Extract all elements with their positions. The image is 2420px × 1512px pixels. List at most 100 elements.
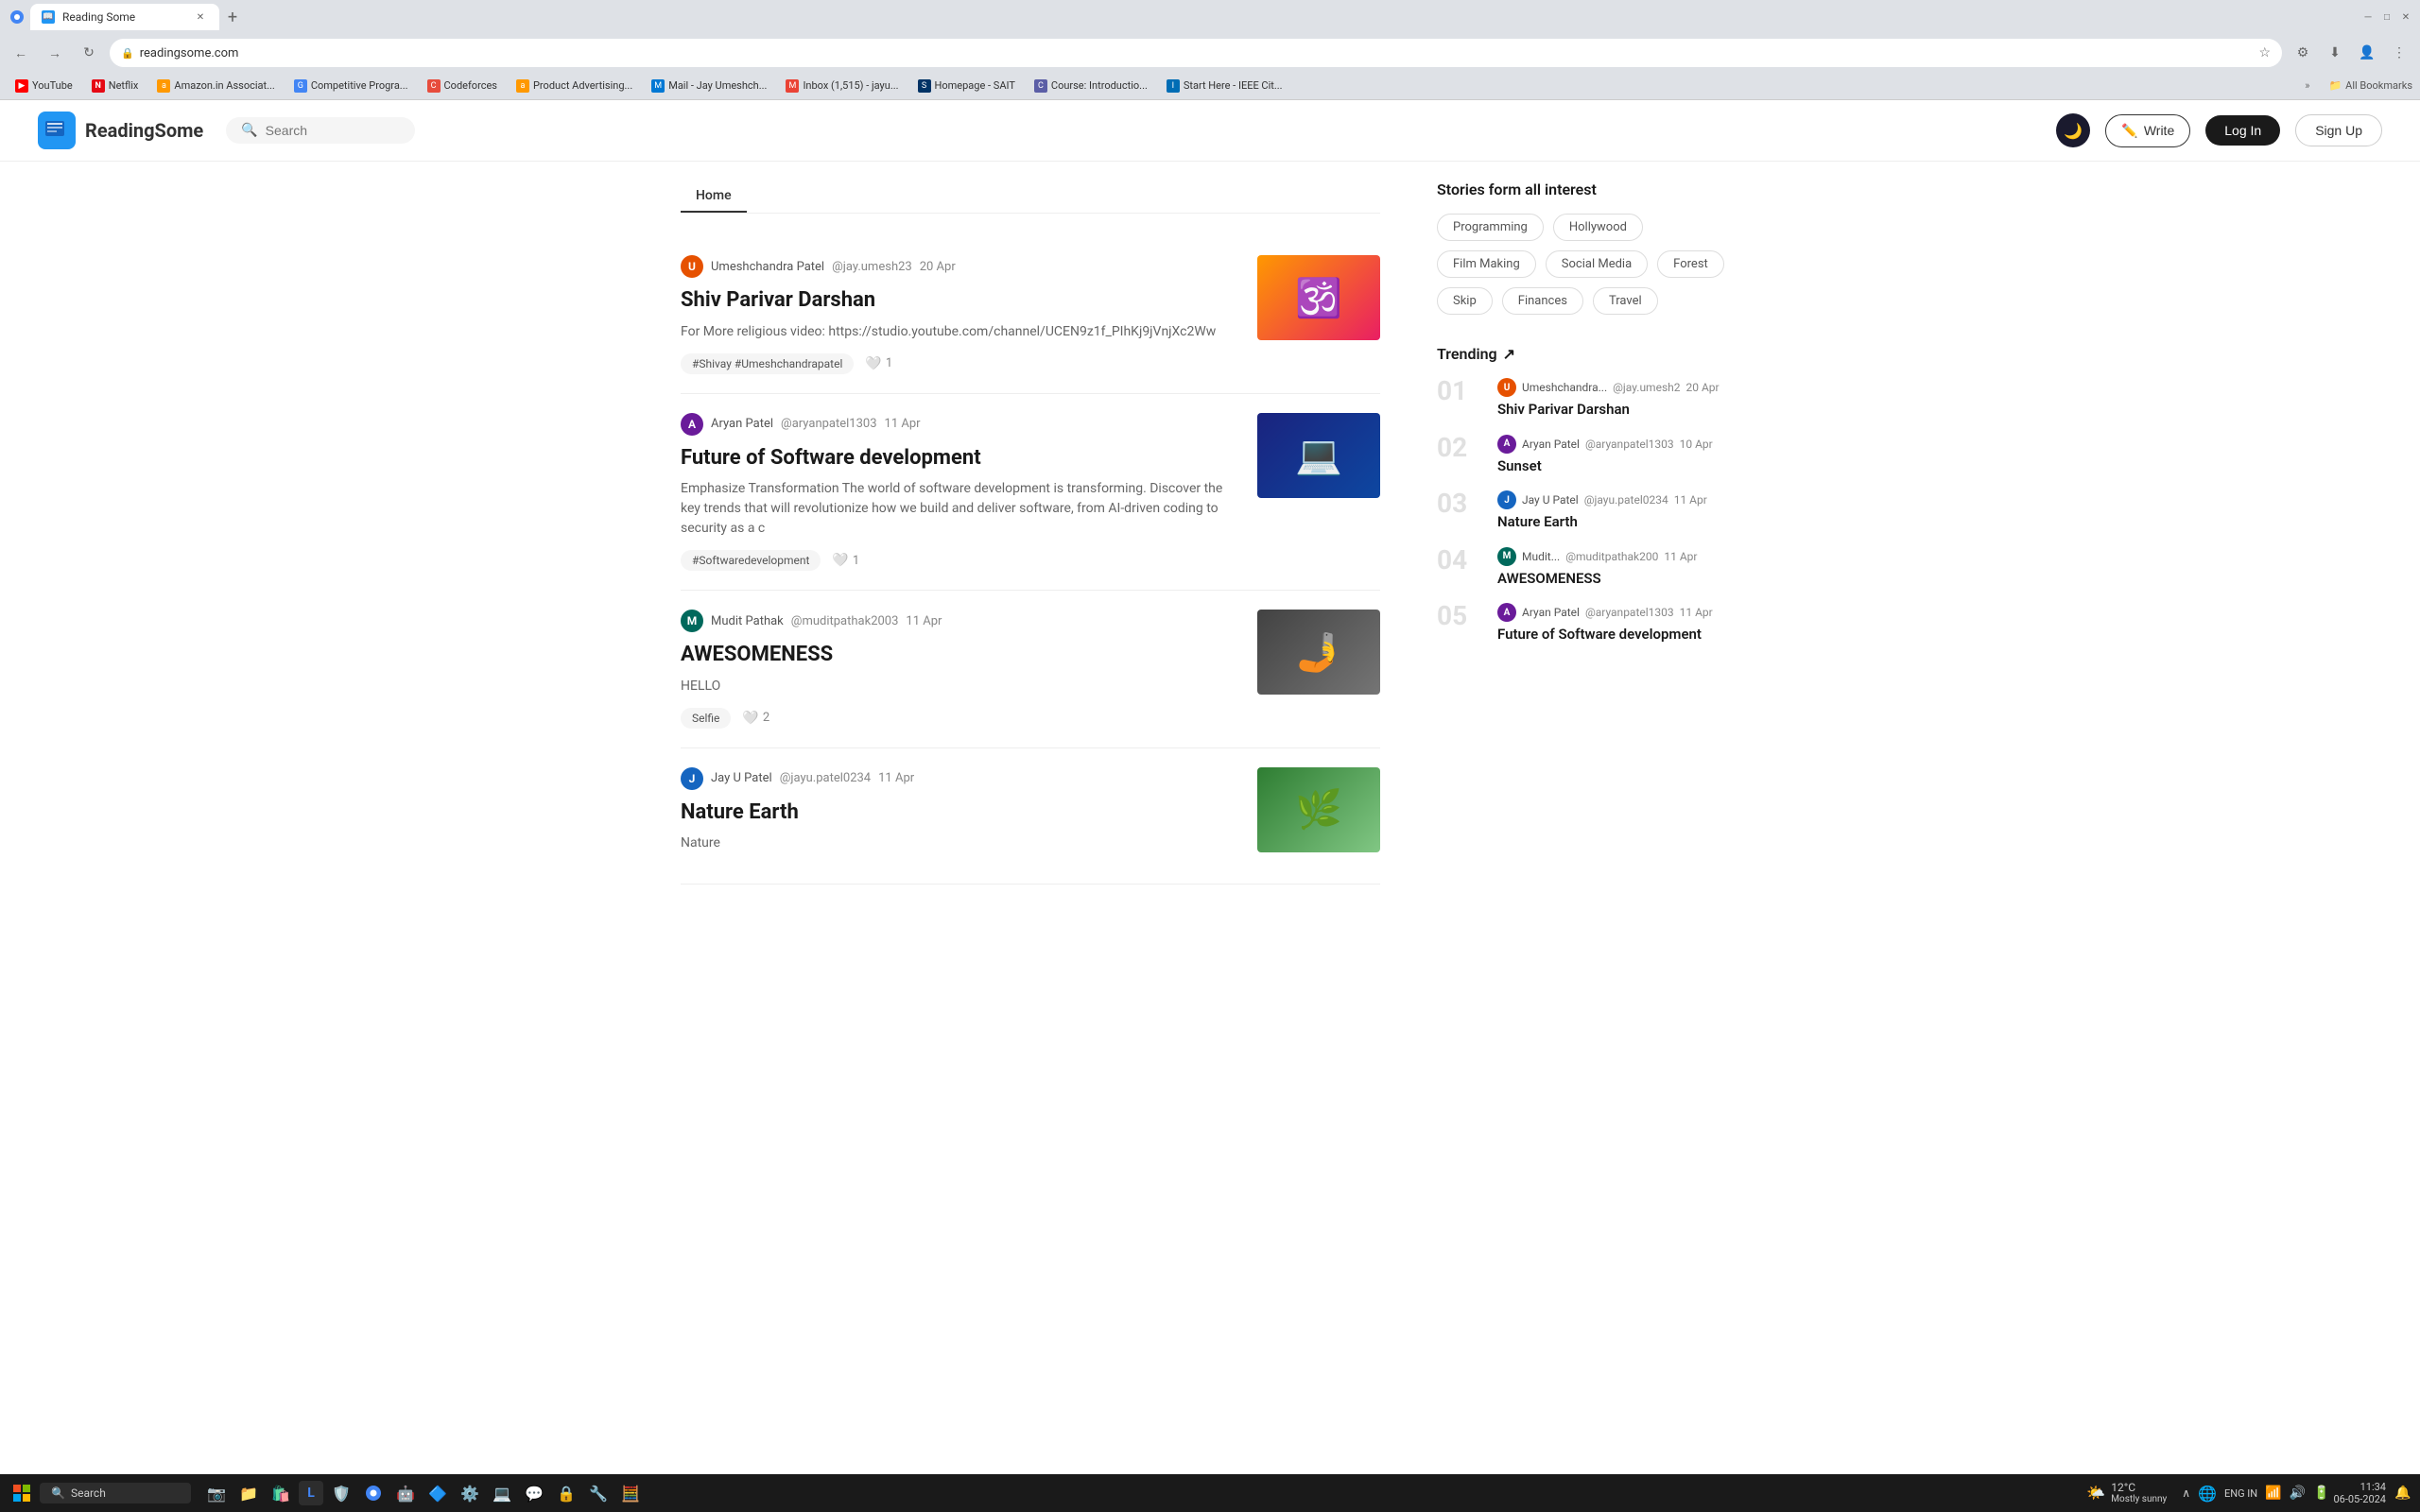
login-button[interactable]: Log In bbox=[2205, 115, 2280, 146]
trending-number: 05 bbox=[1437, 603, 1482, 629]
language-icon[interactable]: 🌐 bbox=[2198, 1485, 2217, 1503]
bookmark-label: Amazon.in Associat... bbox=[174, 79, 274, 92]
taskbar-app-robot[interactable]: 🤖 bbox=[391, 1479, 420, 1507]
taskbar-app-shield[interactable]: 🛡️ bbox=[327, 1479, 355, 1507]
signup-button[interactable]: Sign Up bbox=[2295, 114, 2382, 146]
interest-tag-filmmaking[interactable]: Film Making bbox=[1437, 250, 1536, 278]
write-button[interactable]: ✏️ Write bbox=[2105, 114, 2190, 147]
dark-mode-button[interactable]: 🌙 bbox=[2056, 113, 2090, 147]
bookmark-star-icon[interactable]: ☆ bbox=[2258, 45, 2271, 60]
trending-author-handle: @aryanpatel1303 bbox=[1585, 606, 1674, 619]
minimize-button[interactable]: ─ bbox=[2361, 10, 2375, 24]
bookmark-favicon: I bbox=[1167, 79, 1180, 93]
bookmark-amazon[interactable]: a Amazon.in Associat... bbox=[149, 77, 282, 94]
article-tag[interactable]: Selfie bbox=[681, 708, 731, 729]
trending-article-title[interactable]: Sunset bbox=[1497, 457, 1739, 476]
all-bookmarks-button[interactable]: 📁 All Bookmarks bbox=[2328, 79, 2412, 92]
bookmark-ieee[interactable]: I Start Here - IEEE Cit... bbox=[1159, 77, 1290, 94]
article-title[interactable]: Nature Earth bbox=[681, 799, 1238, 827]
bookmark-label: Mail - Jay Umeshch... bbox=[668, 79, 767, 92]
author-avatar: A bbox=[681, 413, 703, 436]
bookmark-youtube[interactable]: ▶ YouTube bbox=[8, 77, 80, 94]
write-icon: ✏️ bbox=[2121, 123, 2137, 139]
interest-tag-programming[interactable]: Programming bbox=[1437, 214, 1544, 241]
bookmarks-more-button[interactable]: » bbox=[2297, 77, 2317, 94]
article-content: J Jay U Patel @jayu.patel0234 11 Apr Nat… bbox=[681, 767, 1238, 866]
tab-close-button[interactable]: ✕ bbox=[193, 9, 208, 25]
menu-button[interactable]: ⋮ bbox=[2386, 40, 2412, 66]
interest-tag-socialmedia[interactable]: Social Media bbox=[1546, 250, 1648, 278]
taskbar-app-whatsapp[interactable]: 💬 bbox=[520, 1479, 548, 1507]
extensions-button[interactable]: ⚙ bbox=[2290, 40, 2316, 66]
back-button[interactable]: ← bbox=[8, 40, 34, 66]
notification-button[interactable]: 🔔 bbox=[2394, 1484, 2412, 1503]
start-button[interactable] bbox=[8, 1479, 36, 1507]
article-title[interactable]: Shiv Parivar Darshan bbox=[681, 287, 1238, 315]
new-tab-button[interactable]: + bbox=[219, 4, 246, 30]
taskbar-apps: 📷 📁 🛍️ L 🛡️ 🤖 🔷 ⚙️ 💻 💬 🔒 🔧 🧮 bbox=[202, 1479, 645, 1507]
address-bar[interactable]: 🔒 readingsome.com ☆ bbox=[110, 39, 2282, 67]
bookmark-netflix[interactable]: N Netflix bbox=[84, 77, 147, 94]
bookmark-competitive[interactable]: G Competitive Progra... bbox=[286, 77, 416, 94]
article-excerpt: HELLO bbox=[681, 677, 1238, 696]
site-logo[interactable]: ReadingSome bbox=[38, 112, 203, 149]
author-name: Mudit Pathak bbox=[711, 614, 784, 628]
wifi-icon[interactable]: 📶 bbox=[2265, 1486, 2281, 1501]
bookmark-sait[interactable]: S Homepage - SAIT bbox=[910, 77, 1023, 94]
interest-tag-travel[interactable]: Travel bbox=[1593, 287, 1658, 315]
taskbar-app-files[interactable]: 📁 bbox=[234, 1479, 263, 1507]
address-url: readingsome.com bbox=[140, 46, 2254, 60]
search-input[interactable] bbox=[266, 123, 401, 138]
article-tag[interactable]: #Shivay #Umeshchandrapatel bbox=[681, 353, 854, 374]
profile-button[interactable]: 👤 bbox=[2354, 40, 2380, 66]
interest-tags: Programming Hollywood Film Making Social… bbox=[1437, 214, 1739, 315]
article-tag[interactable]: #Softwaredevelopment bbox=[681, 550, 821, 571]
bookmark-gmail[interactable]: M Inbox (1,515) - jayu... bbox=[778, 77, 906, 94]
header-search[interactable]: 🔍 bbox=[226, 117, 415, 144]
heart-icon: 🤍 bbox=[865, 356, 881, 371]
tab-home[interactable]: Home bbox=[681, 180, 747, 213]
trending-article-title[interactable]: Nature Earth bbox=[1497, 513, 1739, 532]
taskbar-search[interactable]: 🔍 Search bbox=[40, 1483, 191, 1503]
interest-tag-finances[interactable]: Finances bbox=[1502, 287, 1583, 315]
battery-icon[interactable]: 🔋 bbox=[2313, 1486, 2329, 1501]
bookmark-course[interactable]: C Course: Introductio... bbox=[1027, 77, 1155, 94]
downloads-button[interactable]: ⬇ bbox=[2322, 40, 2348, 66]
taskbar-app-vpn[interactable]: 🔒 bbox=[552, 1479, 580, 1507]
bookmark-product-advertising[interactable]: a Product Advertising... bbox=[509, 77, 640, 94]
taskbar-app-store[interactable]: 🛍️ bbox=[267, 1479, 295, 1507]
forward-button[interactable]: → bbox=[42, 40, 68, 66]
trending-article-title[interactable]: AWESOMENESS bbox=[1497, 570, 1739, 589]
maximize-button[interactable]: □ bbox=[2380, 10, 2394, 24]
system-tray-up-arrow[interactable]: ∧ bbox=[2182, 1486, 2190, 1500]
article-title[interactable]: AWESOMENESS bbox=[681, 642, 1238, 669]
browser-tab-active[interactable]: 📖 Reading Some ✕ bbox=[30, 4, 219, 30]
trending-author-name: Aryan Patel bbox=[1522, 438, 1580, 451]
weather-info: 12°C Mostly sunny bbox=[2111, 1481, 2167, 1505]
bookmark-mail-jay[interactable]: M Mail - Jay Umeshch... bbox=[644, 77, 774, 94]
sound-icon[interactable]: 🔊 bbox=[2290, 1486, 2306, 1501]
stories-title: Stories form all interest bbox=[1437, 180, 1739, 198]
close-window-button[interactable]: ✕ bbox=[2399, 10, 2412, 24]
interest-tag-skip[interactable]: Skip bbox=[1437, 287, 1493, 315]
bookmark-favicon: S bbox=[918, 79, 931, 93]
taskbar-app-gear[interactable]: 🔧 bbox=[584, 1479, 613, 1507]
system-clock[interactable]: 11:34 06-05-2024 bbox=[2333, 1481, 2386, 1505]
article-title[interactable]: Future of Software development bbox=[681, 445, 1238, 472]
taskbar-app-calc[interactable]: 🧮 bbox=[616, 1479, 645, 1507]
taskbar-app-chrome[interactable] bbox=[359, 1479, 388, 1507]
interest-tag-hollywood[interactable]: Hollywood bbox=[1553, 214, 1643, 241]
article-meta: A Aryan Patel @aryanpatel1303 11 Apr bbox=[681, 413, 1238, 436]
trending-article-title[interactable]: Shiv Parivar Darshan bbox=[1497, 401, 1739, 420]
bookmark-codeforces[interactable]: C Codeforces bbox=[420, 77, 505, 94]
trending-article-title[interactable]: Future of Software development bbox=[1497, 626, 1739, 644]
taskbar-app-settings[interactable]: ⚙️ bbox=[456, 1479, 484, 1507]
interest-tag-forest[interactable]: Forest bbox=[1657, 250, 1724, 278]
refresh-button[interactable]: ↻ bbox=[76, 40, 102, 66]
taskbar-app-terminal[interactable]: 💻 bbox=[488, 1479, 516, 1507]
taskbar-app-l[interactable]: L bbox=[299, 1481, 323, 1505]
taskbar-app-camera[interactable]: 📷 bbox=[202, 1479, 231, 1507]
taskbar-app-code[interactable]: 🔷 bbox=[424, 1479, 452, 1507]
article-meta: M Mudit Pathak @muditpathak2003 11 Apr bbox=[681, 610, 1238, 632]
weather-widget[interactable]: 🌤️ 12°C Mostly sunny bbox=[2086, 1481, 2167, 1505]
